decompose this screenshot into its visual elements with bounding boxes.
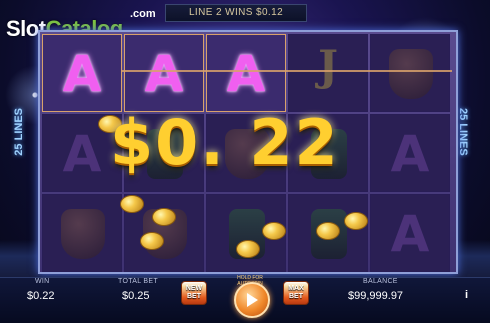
spin-button[interactable] <box>234 282 270 318</box>
coin-decoration <box>262 222 286 240</box>
win-label: WIN <box>35 278 50 285</box>
coin-decoration <box>140 232 164 250</box>
new-bet-button[interactable]: NEW BET <box>181 281 207 305</box>
pot-symbol <box>389 49 433 99</box>
coin-decoration <box>316 222 340 240</box>
balance-label: BALANCE <box>363 278 398 285</box>
reel-cell <box>42 194 122 272</box>
total-bet-label: TOTAL BET <box>118 278 158 285</box>
reel-cell: A <box>42 34 122 112</box>
big-win-amount: $0. 22 <box>110 106 340 179</box>
win-line <box>122 70 452 72</box>
total-bet-value: $0.25 <box>122 290 150 302</box>
lines-label-right: 25 LINES <box>457 108 469 156</box>
info-icon[interactable]: i <box>465 289 468 301</box>
symbol-a: A <box>144 45 184 103</box>
win-value: $0.22 <box>27 290 55 302</box>
play-icon <box>247 293 258 307</box>
reel-cell: A <box>370 194 450 272</box>
symbol-a: A <box>226 45 266 103</box>
coin-decoration <box>236 240 260 258</box>
coin-decoration <box>344 212 368 230</box>
reel-cell: A <box>124 34 204 112</box>
max-bet-button[interactable]: MAX BET <box>283 281 309 305</box>
symbol-a-dim: A <box>390 205 430 263</box>
reel-cell: A <box>206 34 286 112</box>
lines-count-left: 25 LINES <box>13 108 31 156</box>
coin-decoration <box>152 208 176 226</box>
win-line-message: LINE 2 WINS $0.12 <box>165 4 307 22</box>
logo-text-com: .com <box>130 8 156 20</box>
symbol-a-dim: A <box>390 125 430 183</box>
reel-cell: J <box>288 34 368 112</box>
pot-symbol <box>61 209 105 259</box>
lines-label-left: 25 LINES <box>13 108 25 156</box>
symbol-j: J <box>318 41 338 90</box>
balance-value: $99,999.97 <box>348 290 404 302</box>
coin-decoration <box>120 195 144 213</box>
reel-cell <box>370 34 450 112</box>
reel-cell: A <box>370 114 450 192</box>
lines-count-right: 25 LINES <box>457 108 475 156</box>
symbol-a: A <box>62 45 102 103</box>
